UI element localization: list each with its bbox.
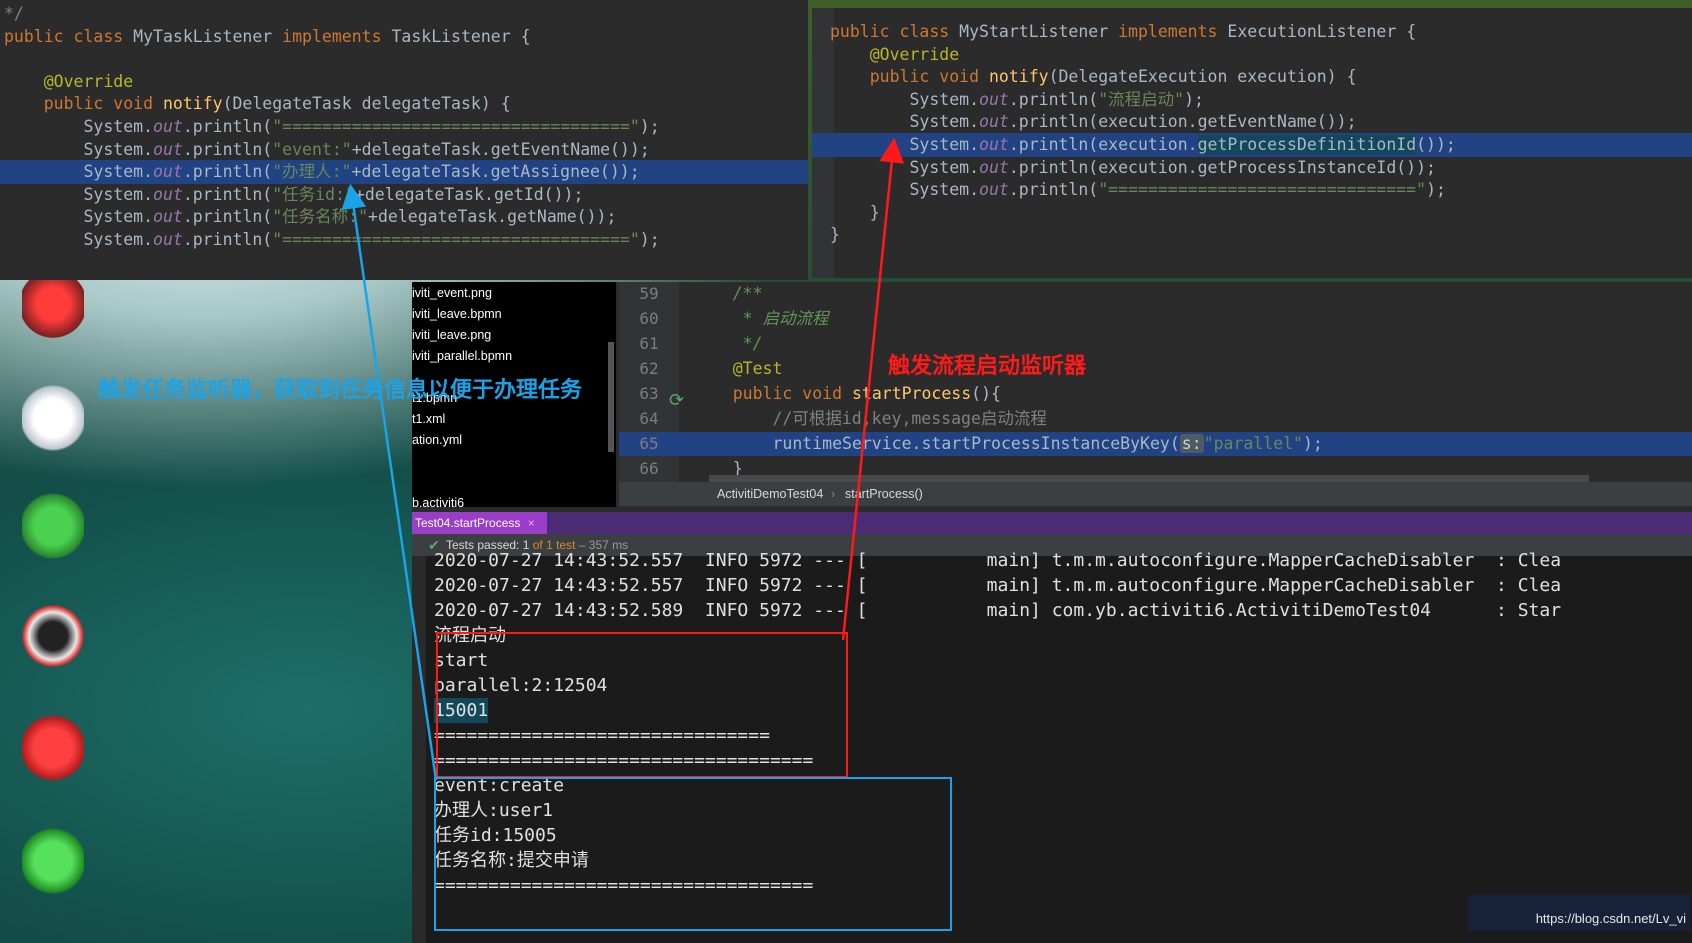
blue-arrow (341, 183, 438, 781)
red-arrow (841, 137, 905, 641)
red-annotation-label: 触发流程启动监听器 (888, 353, 1087, 378)
blue-annotation-label: 触发任务监听器，获取到任务信息以便于办理任务 (98, 377, 583, 402)
watermark: https://blog.csdn.net/Lv_vi (1468, 895, 1690, 931)
watermark-url: https://blog.csdn.net/Lv_vi (1535, 911, 1686, 926)
annotation-arrows (341, 137, 905, 781)
